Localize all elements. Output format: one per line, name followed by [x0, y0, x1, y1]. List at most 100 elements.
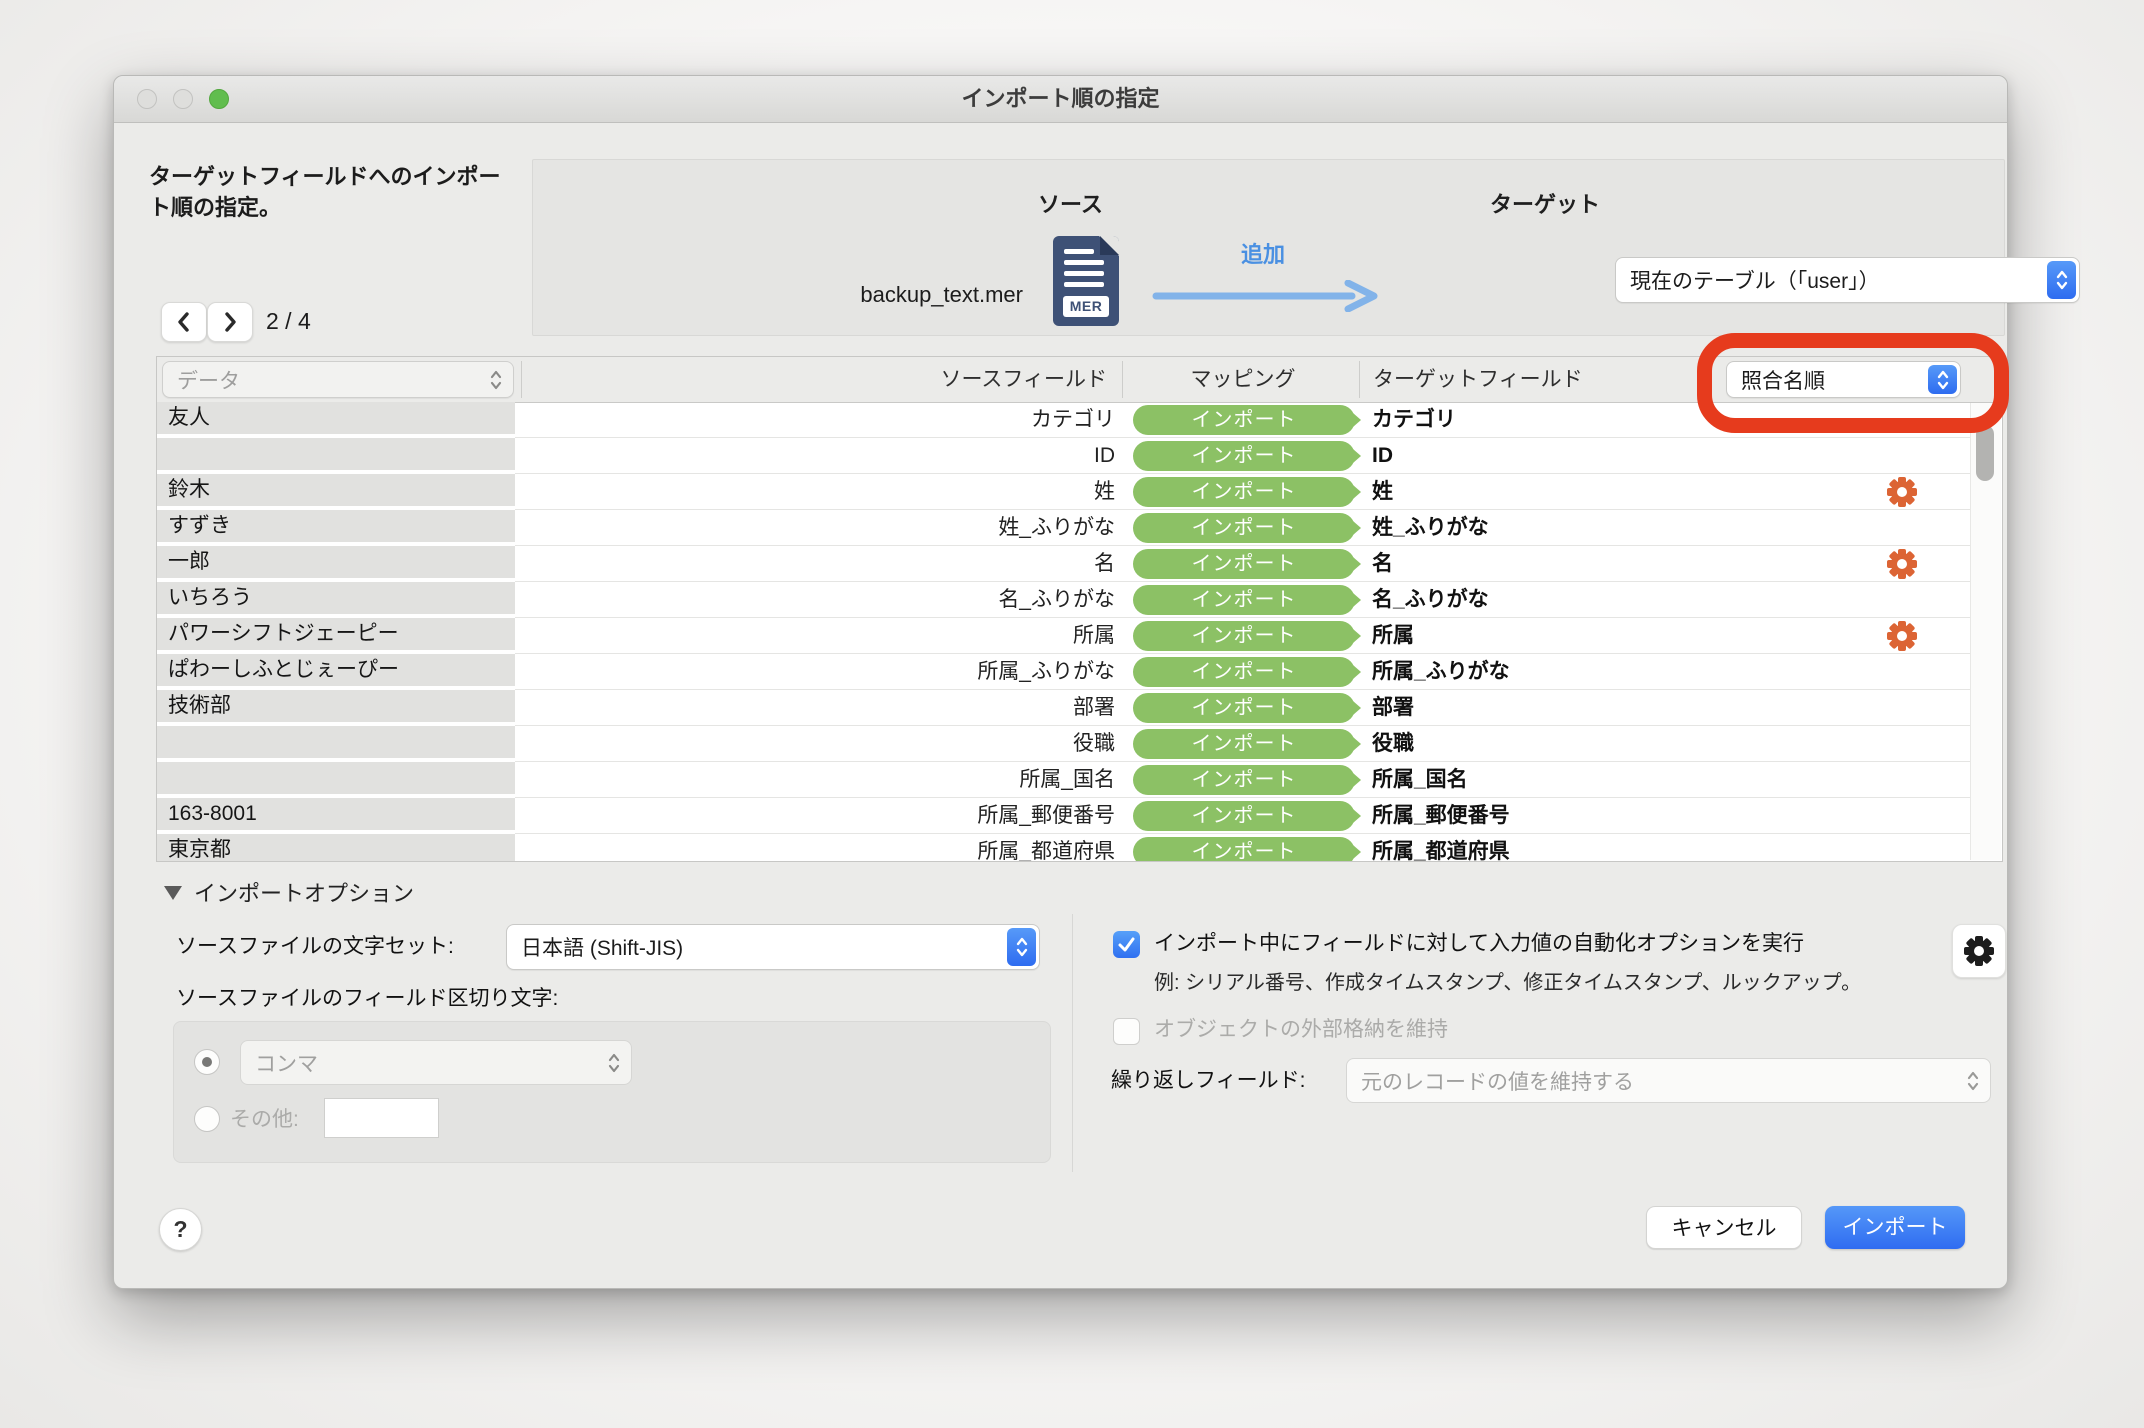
stepper-icon [599, 1044, 628, 1081]
source-column-label: ソース [1038, 187, 1103, 219]
table-row[interactable]: すずき 姓_ふりがな インポート 姓_ふりがな [157, 510, 2002, 546]
source-data-value: すずき [157, 510, 515, 542]
source-data-value [157, 438, 515, 470]
source-data-value: ぱわーしふとじぇーぴー [157, 654, 515, 686]
disclosure-triangle-icon[interactable] [164, 886, 182, 900]
stepper-icon [1958, 1062, 1987, 1099]
mapping-import-button[interactable]: インポート [1133, 765, 1355, 795]
target-field-name: 名_ふりがな [1372, 582, 1489, 618]
table-row[interactable]: 所属_国名 インポート 所属_国名 [157, 762, 2002, 798]
auto-enter-label: インポート中にフィールドに対して入力値の自動化オプションを実行 [1154, 928, 1804, 960]
mapping-import-button[interactable]: インポート [1133, 693, 1355, 723]
table-body: 友人 カテゴリ インポート カテゴリ ID インポート ID 鈴木 姓 インポー… [157, 402, 2002, 861]
delimiter-value: コンマ [255, 1041, 591, 1084]
field-options-gear-icon[interactable] [1887, 549, 1917, 579]
mapping-import-button[interactable]: インポート [1133, 585, 1355, 615]
source-field-name: カテゴリ [517, 402, 1115, 438]
mapping-import-button[interactable]: インポート [1133, 441, 1355, 471]
source-data-value: いちろう [157, 582, 515, 614]
stepper-icon [481, 365, 510, 394]
source-data-value: 東京都 [157, 834, 515, 861]
table-scrollbar[interactable] [1970, 403, 2001, 860]
charset-value: 日本語 (Shift-JIS) [521, 925, 999, 969]
table-row[interactable]: パワーシフトジェーピー 所属 インポート 所属 [157, 618, 2002, 654]
mapping-import-button[interactable]: インポート [1133, 405, 1355, 435]
container-storage-checkbox[interactable] [1113, 1018, 1140, 1045]
source-field-name: ID [517, 438, 1115, 474]
auto-enter-checkbox[interactable] [1113, 931, 1140, 958]
mer-badge: MER [1063, 296, 1109, 317]
mapping-import-button[interactable]: インポート [1133, 621, 1355, 651]
chevron-right-icon [220, 310, 240, 334]
mapping-import-button[interactable]: インポート [1133, 657, 1355, 687]
field-mapping-table: データ ソースフィールド マッピング ターゲットフィールド 照合名順 [156, 356, 2003, 862]
source-data-value: 一郎 [157, 546, 515, 578]
table-row[interactable]: ID インポート ID [157, 438, 2002, 474]
target-field-name: カテゴリ [1372, 402, 1456, 438]
stepper-icon [1928, 365, 1957, 394]
record-counter: 2 / 4 [266, 302, 311, 340]
data-preview-select[interactable]: データ [162, 361, 514, 398]
repeating-field-select[interactable]: 元のレコードの値を維持する [1346, 1058, 1991, 1103]
target-table-select[interactable]: 現在のテーブル（「user」） [1615, 257, 2080, 303]
field-sort-select[interactable]: 照合名順 [1726, 361, 1961, 398]
window-title: インポート順の指定 [114, 76, 2007, 122]
mapping-import-button[interactable]: インポート [1133, 837, 1355, 861]
table-row[interactable]: 163-8001 所属_郵便番号 インポート 所属_郵便番号 [157, 798, 2002, 834]
scrollbar-thumb[interactable] [1976, 425, 1994, 481]
mapping-import-button[interactable]: インポート [1133, 801, 1355, 831]
container-storage-label: オブジェクトの外部格納を維持 [1154, 1014, 1448, 1046]
mapping-import-button[interactable]: インポート [1133, 549, 1355, 579]
help-button[interactable]: ? [159, 1208, 202, 1251]
table-row[interactable]: ぱわーしふとじぇーぴー 所属_ふりがな インポート 所属_ふりがな [157, 654, 2002, 690]
delimiter-label: ソースファイルのフィールド区切り文字: [176, 981, 558, 1017]
import-options-section-label: インポートオプション [194, 876, 414, 908]
desktop-background: インポート順の指定 ターゲットフィールドへのインポート順の指定。 2 / 4 ソ… [0, 0, 2144, 1428]
delimiter-select[interactable]: コンマ [240, 1040, 632, 1085]
table-row[interactable]: 一郎 名 インポート 名 [157, 546, 2002, 582]
target-field-name: ID [1372, 438, 1393, 474]
source-field-name: 姓 [517, 474, 1115, 510]
table-row[interactable]: いちろう 名_ふりがな インポート 名_ふりがな [157, 582, 2002, 618]
source-target-panel: ソース ターゲット backup_text.mer MER 追加 現在のテーブル… [532, 159, 2005, 336]
repeating-field-value: 元のレコードの値を維持する [1361, 1059, 1950, 1102]
import-arrow-icon [1152, 280, 1382, 312]
data-preview-value: データ [177, 362, 473, 397]
mapping-import-button[interactable]: インポート [1133, 729, 1355, 759]
field-options-gear-icon[interactable] [1887, 477, 1917, 507]
auto-enter-options-button[interactable] [1952, 924, 2006, 978]
table-header: データ ソースフィールド マッピング ターゲットフィールド 照合名順 [157, 357, 2002, 403]
table-row[interactable]: 友人 カテゴリ インポート カテゴリ [157, 402, 2002, 438]
source-data-value: 163-8001 [157, 798, 515, 830]
table-row[interactable]: 東京都 所属_都道府県 インポート 所属_都道府県 [157, 834, 2002, 861]
mer-file-icon: MER [1053, 236, 1119, 326]
mapping-import-button[interactable]: インポート [1133, 513, 1355, 543]
delimiter-other-input[interactable] [324, 1098, 439, 1138]
mapping-import-button[interactable]: インポート [1133, 477, 1355, 507]
stepper-icon [2047, 261, 2076, 299]
charset-select[interactable]: 日本語 (Shift-JIS) [506, 924, 1040, 970]
field-options-gear-icon[interactable] [1887, 621, 1917, 651]
cancel-button[interactable]: キャンセル [1646, 1206, 1802, 1249]
target-field-name: 名 [1372, 546, 1393, 582]
target-field-name: 所属_都道府県 [1372, 834, 1510, 861]
table-row[interactable]: 鈴木 姓 インポート 姓 [157, 474, 2002, 510]
source-field-name: 所属_国名 [517, 762, 1115, 798]
next-record-button[interactable] [207, 302, 253, 342]
delimiter-comma-radio[interactable] [194, 1049, 220, 1075]
table-row[interactable]: 技術部 部署 インポート 部署 [157, 690, 2002, 726]
previous-record-button[interactable] [161, 302, 207, 342]
target-field-name: 役職 [1372, 726, 1414, 762]
target-field-header: ターゲットフィールド [1373, 357, 1583, 402]
stepper-icon [1007, 928, 1036, 966]
target-field-name: 姓_ふりがな [1372, 510, 1489, 546]
source-data-value [157, 726, 515, 758]
delimiter-other-radio[interactable] [194, 1106, 220, 1132]
source-field-name: 所属 [517, 618, 1115, 654]
table-row[interactable]: 役職 インポート 役職 [157, 726, 2002, 762]
dialog-description: ターゲットフィールドへのインポート順の指定。 [149, 161, 521, 223]
options-divider [1072, 914, 1073, 1172]
source-field-name: 役職 [517, 726, 1115, 762]
import-button[interactable]: インポート [1825, 1206, 1965, 1249]
source-field-name: 名_ふりがな [517, 582, 1115, 618]
